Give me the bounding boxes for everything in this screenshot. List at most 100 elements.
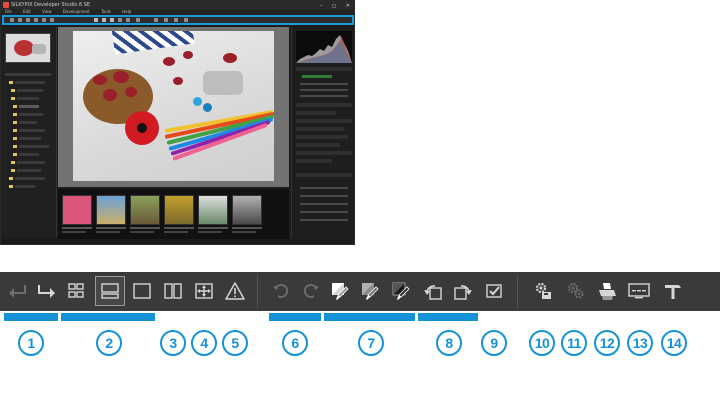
gray-picker-button[interactable] <box>355 276 385 306</box>
menu-edit[interactable]: Edit <box>23 9 31 14</box>
folder-icon <box>11 161 15 164</box>
mini-tool[interactable] <box>136 18 140 22</box>
undo-button[interactable] <box>266 276 296 306</box>
thumbnail-grid-button[interactable] <box>62 276 92 306</box>
mini-tool[interactable] <box>50 18 54 22</box>
single-preview-button[interactable] <box>127 276 157 306</box>
mini-tool[interactable] <box>154 18 158 22</box>
mini-tool[interactable] <box>174 18 178 22</box>
back-button[interactable] <box>2 276 32 306</box>
hammer-tool-button[interactable] <box>658 276 688 306</box>
panel-row[interactable] <box>296 119 352 123</box>
preview-thumbnail-button[interactable] <box>95 276 125 306</box>
forward-button[interactable] <box>32 276 62 306</box>
slider[interactable] <box>300 203 348 205</box>
develop-button[interactable] <box>528 276 558 306</box>
black-picker-button[interactable] <box>386 276 416 306</box>
compare-button[interactable] <box>158 276 188 306</box>
mini-tool[interactable] <box>102 18 106 22</box>
mini-tool[interactable] <box>118 18 122 22</box>
callout-badge-1: 1 <box>18 330 44 356</box>
folder-tree-row[interactable] <box>17 161 45 164</box>
redo-icon <box>303 284 319 298</box>
callout-bar-6 <box>269 313 321 321</box>
panel-row[interactable] <box>296 173 352 177</box>
folder-tree-row[interactable] <box>17 97 39 100</box>
mini-tool[interactable] <box>184 18 188 22</box>
mini-tool[interactable] <box>18 18 22 22</box>
panel-row[interactable] <box>296 135 348 139</box>
panel-row[interactable] <box>296 159 332 163</box>
folder-tree-row[interactable] <box>19 145 49 148</box>
slider[interactable] <box>300 83 348 85</box>
mark-check-icon <box>486 284 502 298</box>
film-thumbnail[interactable] <box>164 195 194 225</box>
panel-row[interactable] <box>296 127 344 131</box>
folder-tree-row[interactable] <box>19 121 37 124</box>
mini-tool[interactable] <box>34 18 38 22</box>
rotate-left-button[interactable] <box>418 276 448 306</box>
slider[interactable] <box>300 187 348 189</box>
mini-tool[interactable] <box>42 18 46 22</box>
slider[interactable] <box>300 89 348 91</box>
callout-badge-14: 14 <box>661 330 687 356</box>
film-thumbnail[interactable] <box>62 195 92 225</box>
folder-tree-row[interactable] <box>19 105 39 108</box>
folder-tree-row[interactable] <box>5 73 51 76</box>
preview-image[interactable] <box>73 31 274 181</box>
folder-tree-row[interactable] <box>19 153 39 156</box>
folder-tree-row[interactable] <box>17 89 43 92</box>
white-balance-picker-button[interactable] <box>325 276 355 306</box>
slider[interactable] <box>300 95 348 97</box>
mini-tool[interactable] <box>110 18 114 22</box>
panel-row[interactable] <box>296 111 336 115</box>
folder-tree-row[interactable] <box>19 129 45 132</box>
print-button[interactable] <box>592 276 622 306</box>
film-thumbnail[interactable] <box>198 195 228 225</box>
slider[interactable] <box>300 219 348 221</box>
menu-file[interactable]: File <box>5 9 12 14</box>
white-balance-picker-icon <box>332 283 349 300</box>
rotate-left-icon <box>424 285 442 300</box>
mini-tool[interactable] <box>10 18 14 22</box>
mini-tool[interactable] <box>126 18 130 22</box>
panel-header[interactable] <box>296 67 352 71</box>
folder-tree-row[interactable] <box>15 185 35 188</box>
mini-tool[interactable] <box>94 18 98 22</box>
navigator-thumbnail[interactable] <box>5 33 51 63</box>
film-caption <box>198 227 228 229</box>
folder-tree-row[interactable] <box>15 177 45 180</box>
menu-help[interactable]: Help <box>122 9 131 14</box>
develop-all-button[interactable] <box>560 276 590 306</box>
slider[interactable] <box>300 211 348 213</box>
mini-tool[interactable] <box>26 18 30 22</box>
folder-icon <box>13 145 17 148</box>
film-thumbnail[interactable] <box>232 195 262 225</box>
film-caption <box>164 227 194 229</box>
compare-icon <box>164 283 182 299</box>
active-setting[interactable] <box>302 75 332 78</box>
folder-icon <box>9 81 13 84</box>
folder-tree-row[interactable] <box>17 169 41 172</box>
warning-button[interactable] <box>220 276 250 306</box>
slider[interactable] <box>300 195 348 197</box>
panel-row[interactable] <box>296 103 352 107</box>
folder-tree-row[interactable] <box>19 113 43 116</box>
callout-badge-2: 2 <box>96 330 122 356</box>
folder-tree-row[interactable] <box>15 81 45 84</box>
film-thumbnail[interactable] <box>96 195 126 225</box>
develop-icon <box>535 282 551 299</box>
rotate-right-button[interactable] <box>448 276 478 306</box>
panel-row[interactable] <box>296 143 340 147</box>
menu-view[interactable]: View <box>42 9 52 14</box>
film-thumbnail[interactable] <box>130 195 160 225</box>
menu-tools[interactable]: Tools <box>101 9 111 14</box>
menu-development[interactable]: Development <box>63 9 90 14</box>
mini-tool[interactable] <box>164 18 168 22</box>
redo-button[interactable] <box>296 276 326 306</box>
display-settings-button[interactable] <box>624 276 654 306</box>
mark-check-button[interactable] <box>479 276 509 306</box>
panel-row[interactable] <box>296 151 352 155</box>
folder-tree-row[interactable] <box>19 137 41 140</box>
full-screen-button[interactable] <box>189 276 219 306</box>
